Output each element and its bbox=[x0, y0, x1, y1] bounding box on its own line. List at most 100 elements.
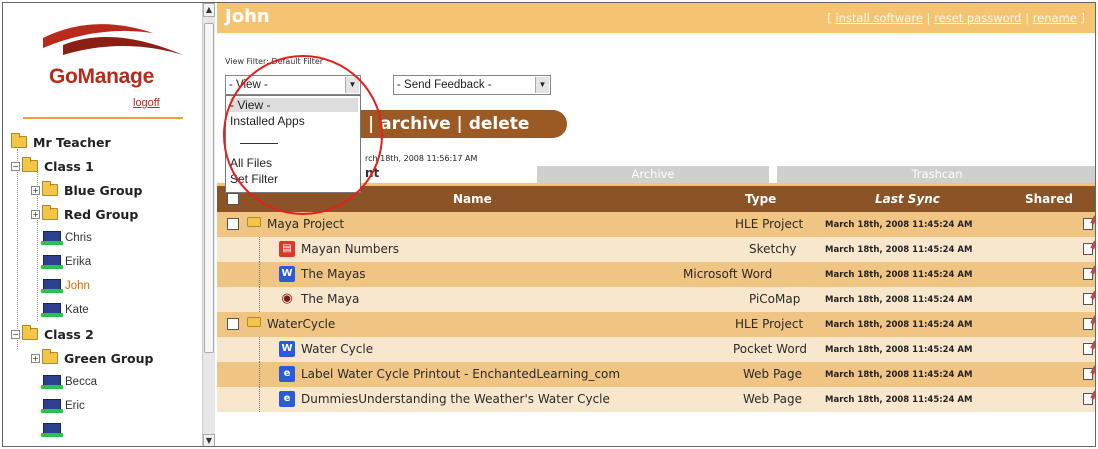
tree-node-class1[interactable]: − Class 1 bbox=[11, 155, 94, 177]
tree-connector bbox=[259, 387, 260, 412]
action-bar: | archive | delete bbox=[342, 110, 567, 138]
table-row[interactable]: W The Mayas Microsoft Word March 18th, 2… bbox=[217, 262, 1095, 287]
tree-node-teacher[interactable]: Mr Teacher bbox=[11, 131, 111, 153]
select-all-checkbox[interactable] bbox=[227, 193, 239, 205]
picomap-file-icon: ◉ bbox=[281, 291, 293, 306]
web-page-icon: e bbox=[279, 366, 295, 382]
main-panel: John [ install software | reset password… bbox=[217, 3, 1095, 446]
table-row[interactable]: ◉ The Maya PiCoMap March 18th, 2008 11:4… bbox=[217, 287, 1095, 312]
row-type: Web Page bbox=[743, 367, 803, 381]
tree-connector bbox=[259, 262, 260, 287]
row-type: PiCoMap bbox=[749, 292, 801, 306]
row-type: Sketchy bbox=[749, 242, 797, 256]
delete-button[interactable]: delete bbox=[469, 114, 530, 134]
logoff-link[interactable]: logoff bbox=[133, 97, 160, 109]
tree-connector bbox=[259, 237, 260, 262]
table-row[interactable]: ▤ Mayan Numbers Sketchy March 18th, 2008… bbox=[217, 237, 1095, 262]
app-window: GoManage logoff Mr Teacher − Class 1 + B… bbox=[2, 2, 1096, 447]
column-header-shared[interactable]: Shared bbox=[1025, 192, 1073, 206]
tab-archive[interactable]: Archive bbox=[537, 166, 769, 183]
column-header-name[interactable]: Name bbox=[453, 192, 492, 206]
shared-icon[interactable] bbox=[1083, 393, 1093, 405]
tree-node-class2[interactable]: − Class 2 bbox=[11, 323, 94, 345]
filter-label: View Filter: Default Filter bbox=[225, 57, 324, 66]
tree-connector bbox=[259, 287, 260, 312]
dropdown-option[interactable]: - View - bbox=[230, 98, 358, 112]
chevron-down-icon[interactable]: ▼ bbox=[535, 77, 549, 93]
tree-node-student[interactable]: Becca bbox=[41, 371, 97, 393]
tab-trashcan[interactable]: Trashcan bbox=[777, 166, 1095, 183]
row-name: Maya Project bbox=[267, 217, 345, 231]
shared-icon[interactable] bbox=[1083, 368, 1093, 380]
column-header-type[interactable]: Type bbox=[745, 192, 776, 206]
row-name: The Mayas bbox=[301, 267, 366, 281]
shared-icon[interactable] bbox=[1083, 293, 1093, 305]
tree-node-green-group[interactable]: + Green Group bbox=[31, 347, 154, 369]
row-date: March 18th, 2008 11:45:24 AM bbox=[825, 320, 973, 330]
install-software-link[interactable]: install software bbox=[835, 11, 922, 25]
divider bbox=[23, 117, 183, 119]
table-row[interactable]: e DummiesUnderstanding the Weather's Wat… bbox=[217, 387, 1095, 412]
row-name: Label Water Cycle Printout - EnchantedLe… bbox=[301, 367, 621, 381]
student-label: Kate bbox=[65, 304, 89, 316]
word-file-icon: W bbox=[279, 266, 295, 282]
tree-node-student[interactable]: Kate bbox=[41, 299, 89, 321]
shared-icon[interactable] bbox=[1083, 218, 1093, 230]
expand-icon[interactable]: + bbox=[31, 353, 40, 363]
laptop-icon bbox=[41, 423, 63, 437]
scrollbar-thumb[interactable] bbox=[204, 23, 214, 353]
column-header-last-sync[interactable]: Last Sync bbox=[875, 192, 940, 206]
tree-node-student[interactable]: Eric bbox=[41, 395, 85, 417]
row-type: Microsoft Word bbox=[683, 267, 773, 281]
collapse-icon[interactable]: − bbox=[11, 161, 20, 171]
tab-current-partial[interactable]: nt bbox=[365, 166, 379, 180]
tree-line bbox=[17, 149, 18, 349]
folder-icon bbox=[42, 349, 58, 364]
view-select[interactable]: - View - ▼ bbox=[225, 75, 361, 95]
student-label: Becca bbox=[65, 376, 97, 388]
table-row[interactable]: W Water Cycle Pocket Word March 18th, 20… bbox=[217, 337, 1095, 362]
row-name: Mayan Numbers bbox=[301, 242, 400, 256]
row-type: Pocket Word bbox=[733, 342, 808, 356]
dropdown-option[interactable]: All Files bbox=[230, 156, 272, 170]
tree-label: Green Group bbox=[64, 350, 154, 366]
dropdown-option[interactable]: Set Filter bbox=[230, 172, 278, 186]
tree-label: Class 1 bbox=[44, 158, 94, 174]
tree-node-blue-group[interactable]: + Blue Group bbox=[31, 179, 142, 201]
feedback-select[interactable]: - Send Feedback - ▼ bbox=[393, 75, 551, 95]
shared-icon[interactable] bbox=[1083, 343, 1093, 355]
sidebar-scrollbar[interactable]: ▲ ▼ bbox=[202, 3, 215, 446]
shared-icon[interactable] bbox=[1083, 318, 1093, 330]
student-label: Chris bbox=[65, 232, 92, 244]
dropdown-option[interactable]: Installed Apps bbox=[230, 114, 305, 128]
folder-icon bbox=[11, 133, 27, 148]
tree-node-student[interactable]: Erika bbox=[41, 251, 91, 273]
table-row[interactable]: Maya Project HLE Project March 18th, 200… bbox=[217, 212, 1095, 237]
shared-icon[interactable] bbox=[1083, 268, 1093, 280]
chevron-down-icon[interactable]: ▼ bbox=[345, 77, 359, 93]
rename-link[interactable]: rename bbox=[1033, 11, 1077, 25]
dropdown-separator bbox=[240, 143, 278, 144]
tree-node-student[interactable]: Chris bbox=[41, 227, 92, 249]
sync-info: rch 18th, 2008 11:56:17 AM bbox=[365, 154, 478, 163]
row-date: March 18th, 2008 11:45:24 AM bbox=[825, 245, 973, 255]
scroll-down-icon[interactable]: ▼ bbox=[203, 434, 215, 446]
row-checkbox[interactable] bbox=[227, 218, 239, 230]
separator: | bbox=[456, 114, 463, 134]
shared-icon[interactable] bbox=[1083, 243, 1093, 255]
tree-node-student-partial[interactable] bbox=[41, 419, 65, 441]
tree-node-student-selected[interactable]: John bbox=[41, 275, 90, 297]
scroll-up-icon[interactable]: ▲ bbox=[203, 3, 215, 17]
row-checkbox[interactable] bbox=[227, 318, 239, 330]
laptop-icon bbox=[41, 303, 63, 317]
table-row[interactable]: WaterCycle HLE Project March 18th, 2008 … bbox=[217, 312, 1095, 337]
row-date: March 18th, 2008 11:45:24 AM bbox=[825, 270, 973, 280]
collapse-icon[interactable]: − bbox=[11, 329, 20, 339]
reset-password-link[interactable]: reset password bbox=[934, 11, 1021, 25]
expand-icon[interactable]: + bbox=[31, 209, 40, 219]
tree-node-red-group[interactable]: + Red Group bbox=[31, 203, 138, 225]
table-row[interactable]: e Label Water Cycle Printout - Enchanted… bbox=[217, 362, 1095, 387]
expand-icon[interactable]: + bbox=[31, 185, 40, 195]
archive-button[interactable]: archive bbox=[380, 114, 450, 134]
separator: | bbox=[368, 114, 375, 134]
